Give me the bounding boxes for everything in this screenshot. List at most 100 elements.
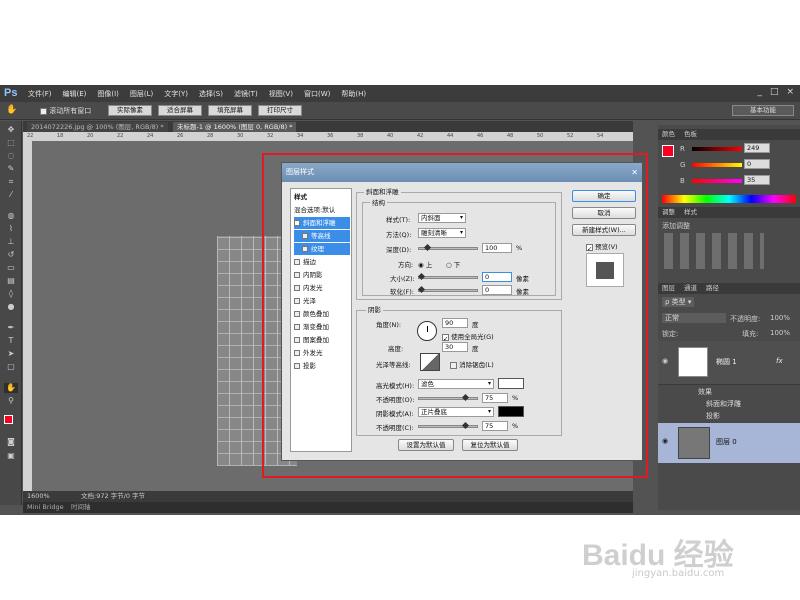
- layer-name[interactable]: 图层 0: [716, 437, 737, 447]
- baidu-watermark: Baidu 经验: [582, 539, 734, 572]
- rectangle-tool-icon[interactable]: ▢: [4, 362, 18, 372]
- layer-row-layer0[interactable]: ◉ 图层 0: [658, 423, 800, 463]
- layer-row-ellipse[interactable]: ◉ 椭圆 1 fx: [658, 341, 800, 385]
- ruler-tick-label: 36: [327, 133, 334, 139]
- effect-shadow[interactable]: 投影: [706, 411, 720, 421]
- minimize-button[interactable]: _: [757, 87, 762, 97]
- menu-edit[interactable]: 编辑(E): [63, 89, 87, 99]
- layer-filter-select[interactable]: ρ 类型 ▾: [662, 297, 695, 307]
- tab-document-2[interactable]: 未标题-1 @ 1600% (图层 0, RGB/8) *: [173, 122, 297, 132]
- ruler-tick-label: 52: [567, 133, 574, 139]
- eye-icon[interactable]: ◉: [662, 357, 668, 365]
- ruler-tick-label: 18: [57, 133, 64, 139]
- menu-view[interactable]: 视图(V): [269, 89, 293, 99]
- tab-timeline[interactable]: 时间轴: [71, 502, 91, 513]
- ruler-tick-label: 54: [597, 133, 604, 139]
- eyedropper-tool-icon[interactable]: ⁄: [4, 190, 18, 200]
- ps-logo: Ps: [4, 87, 18, 99]
- fx-icon[interactable]: fx: [776, 357, 783, 365]
- ruler-tick-label: 50: [537, 133, 544, 139]
- zoom-tool-icon[interactable]: ⚲: [4, 396, 18, 406]
- hand-tool-icon[interactable]: ✋: [4, 383, 18, 393]
- type-tool-icon[interactable]: T: [4, 336, 18, 346]
- eraser-tool-icon[interactable]: ▭: [4, 263, 18, 273]
- zoom-level[interactable]: 1600%: [27, 491, 50, 502]
- lasso-tool-icon[interactable]: ◌: [4, 151, 18, 161]
- path-select-tool-icon[interactable]: ➤: [4, 349, 18, 359]
- menu-file[interactable]: 文件(F): [28, 89, 52, 99]
- r-slider[interactable]: [692, 147, 742, 151]
- fill-screen-button[interactable]: 填充屏幕: [208, 105, 252, 116]
- tab-paths[interactable]: 路径: [706, 283, 719, 294]
- opacity-value[interactable]: 100%: [770, 314, 790, 322]
- b-value[interactable]: 35: [744, 175, 770, 185]
- tab-adjustments[interactable]: 调整: [662, 207, 675, 218]
- quick-mask-icon[interactable]: ◙: [4, 437, 18, 447]
- menu-select[interactable]: 选择(S): [199, 89, 223, 99]
- g-slider[interactable]: [692, 163, 742, 167]
- ruler-tick-label: 42: [417, 133, 424, 139]
- tab-mini-bridge[interactable]: Mini Bridge: [27, 502, 64, 513]
- healing-tool-icon[interactable]: ◍: [4, 211, 18, 221]
- screen-mode-icon[interactable]: ▣: [4, 451, 18, 461]
- move-tool-icon[interactable]: ✥: [4, 125, 18, 135]
- history-brush-tool-icon[interactable]: ↺: [4, 250, 18, 260]
- fill-label: 填充:: [742, 330, 759, 338]
- tab-styles[interactable]: 样式: [684, 207, 697, 218]
- tab-color[interactable]: 颜色: [662, 129, 675, 140]
- menu-layer[interactable]: 图层(L): [130, 89, 153, 99]
- menu-type[interactable]: 文字(Y): [164, 89, 188, 99]
- ruler-tick-label: 22: [27, 133, 34, 139]
- blend-mode-select[interactable]: 正常: [662, 313, 726, 323]
- dodge-tool-icon[interactable]: ●: [4, 302, 18, 312]
- menu-filter[interactable]: 滤镜(T): [234, 89, 258, 99]
- fit-screen-button[interactable]: 适合屏幕: [158, 105, 202, 116]
- print-size-button[interactable]: 打印尺寸: [258, 105, 302, 116]
- stamp-tool-icon[interactable]: ⊥: [4, 237, 18, 247]
- menu-image[interactable]: 图像(I): [97, 89, 119, 99]
- lock-label: 锁定:: [662, 330, 679, 338]
- highlight-annotation-box: [262, 153, 648, 478]
- add-adjustment-label: 添加调整: [662, 222, 690, 230]
- adjustment-icons[interactable]: [664, 233, 764, 269]
- brush-tool-icon[interactable]: ⌇: [4, 224, 18, 234]
- layer-thumbnail: [678, 347, 708, 377]
- r-value[interactable]: 249: [744, 143, 770, 153]
- menu-list: 文件(F) 编辑(E) 图像(I) 图层(L) 文字(Y) 选择(S) 滤镜(T…: [28, 89, 366, 99]
- quick-select-tool-icon[interactable]: ✎: [4, 164, 18, 174]
- tab-swatches[interactable]: 色板: [684, 129, 697, 140]
- foreground-color-swatch[interactable]: [4, 415, 13, 424]
- close-button[interactable]: ×: [786, 87, 794, 97]
- ruler-tick-label: 24: [147, 133, 154, 139]
- pen-tool-icon[interactable]: ✒: [4, 323, 18, 333]
- crop-tool-icon[interactable]: ⌗: [4, 177, 18, 187]
- menu-window[interactable]: 窗口(W): [304, 89, 330, 99]
- gradient-tool-icon[interactable]: ▤: [4, 276, 18, 286]
- tab-layers[interactable]: 图层: [662, 283, 675, 294]
- document-tabs: 2014072226.jpg @ 100% (图层, RGB/8) * 未标题-…: [23, 121, 633, 132]
- actual-pixels-button[interactable]: 实际像素: [108, 105, 152, 116]
- menu-help[interactable]: 帮助(H): [341, 89, 366, 99]
- marquee-tool-icon[interactable]: ⬚: [4, 138, 18, 148]
- ruler-tick-label: 26: [177, 133, 184, 139]
- blur-tool-icon[interactable]: ◊: [4, 289, 18, 299]
- fg-color-swatch[interactable]: [662, 145, 674, 157]
- horizontal-ruler: 22 18 20 22 24 26 28 30 32 34 36 38 40 42 44 46 48 50 52 54: [23, 132, 633, 141]
- maximize-button[interactable]: □: [770, 87, 779, 97]
- b-slider[interactable]: [692, 179, 742, 183]
- ruler-tick-label: 32: [267, 133, 274, 139]
- tab-channels[interactable]: 通道: [684, 283, 697, 294]
- effect-bevel[interactable]: 斜面和浮雕: [706, 399, 741, 409]
- right-panels: 颜色 色板 R 249 G 0 B 35 调整 样式 添加调整 图层 通道 路径…: [658, 125, 800, 510]
- layer-name[interactable]: 椭圆 1: [716, 357, 737, 367]
- g-value[interactable]: 0: [744, 159, 770, 169]
- eye-icon[interactable]: ◉: [662, 437, 668, 445]
- scroll-all-checkbox[interactable]: 滚动所有窗口: [40, 106, 91, 116]
- color-ramp[interactable]: [662, 195, 796, 203]
- tab-document-1[interactable]: 2014072226.jpg @ 100% (图层, RGB/8) *: [27, 122, 168, 132]
- fill-value[interactable]: 100%: [770, 329, 790, 337]
- workspace-select[interactable]: 基本功能: [732, 105, 794, 116]
- ruler-tick-label: 20: [87, 133, 94, 139]
- layer-thumbnail: [678, 427, 710, 459]
- toolbox: ✥ ⬚ ◌ ✎ ⌗ ⁄ ◍ ⌇ ⊥ ↺ ▭ ▤ ◊ ● ✒ T ➤ ▢ ✋ ⚲ …: [0, 121, 22, 505]
